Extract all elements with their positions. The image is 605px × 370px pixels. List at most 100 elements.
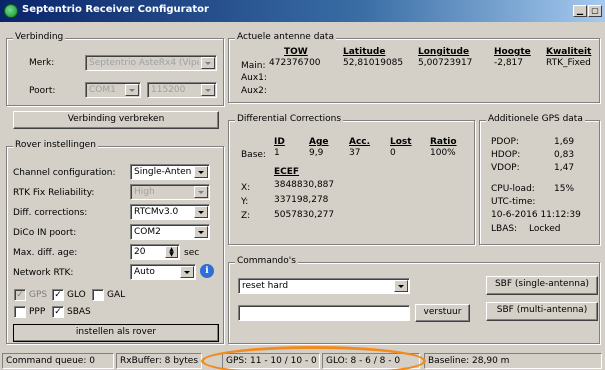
ratio-header: Ratio: [430, 137, 457, 147]
age-header: Age: [309, 137, 329, 147]
set-rover-button[interactable]: instellen als rover: [13, 324, 219, 342]
merk-label: Merk:: [29, 58, 55, 68]
title-bar[interactable]: Septentrio Receiver Configurator ▁ ▢: [0, 0, 605, 22]
highlight-ellipse: [201, 346, 426, 370]
chevron-down-icon[interactable]: [194, 186, 208, 198]
maxage-label: Max. diff. age:: [13, 248, 78, 258]
chevron-down-icon[interactable]: [194, 166, 208, 178]
base-acc: 37: [349, 148, 361, 158]
tow-header: TOW: [284, 47, 308, 57]
command-select[interactable]: reset hard: [238, 278, 410, 294]
base-label: Base:: [241, 150, 266, 160]
sbf-multi-button[interactable]: SBF (multi-antenna): [486, 302, 598, 321]
main-height: -2,817: [494, 58, 524, 68]
dico-select[interactable]: COM2: [130, 224, 210, 240]
aux1-label: Aux1:: [241, 73, 267, 83]
netrtk-label: Network RTK:: [13, 268, 74, 278]
z-label: Z:: [241, 211, 251, 221]
y-label: Y:: [241, 197, 249, 207]
rtk-value: High: [134, 187, 155, 197]
verbinding-title: Verbinding: [13, 32, 66, 42]
status-queue: Command queue: 0: [2, 353, 114, 369]
dico-value: COM2: [134, 227, 161, 237]
latitude-header: Latitude: [343, 47, 386, 57]
window-title: Septentrio Receiver Configurator: [22, 4, 209, 15]
glo-checkbox[interactable]: ✓: [52, 289, 64, 301]
merk-value: Septentrio AsteRx4 (Viper 4: [89, 58, 199, 68]
chevron-down-icon[interactable]: [194, 206, 208, 218]
vdop-value: 1,47: [554, 163, 575, 173]
diff-select[interactable]: RTCMv3.0: [130, 204, 210, 220]
poort-select[interactable]: COM1: [85, 82, 141, 98]
base-ratio: 100%: [430, 148, 456, 158]
maxage-value: 20: [134, 247, 146, 257]
x-label: X:: [241, 183, 251, 193]
minimize-icon[interactable]: ▁: [573, 5, 587, 17]
acc-header: Acc.: [349, 137, 371, 147]
utc-value: 10-6-2016 11:12:39: [491, 210, 581, 220]
chevron-down-icon[interactable]: [201, 57, 215, 69]
channel-value: Single-Antenna: [134, 167, 192, 177]
lbas-value: Locked: [529, 224, 561, 234]
chevron-down-icon[interactable]: [125, 84, 139, 96]
rtk-select[interactable]: High: [130, 184, 210, 200]
sbf-single-button[interactable]: SBF (single-antenna): [486, 276, 598, 295]
utc-label: UTC-time:: [491, 197, 536, 207]
ppp-checkbox[interactable]: [14, 306, 26, 318]
maximize-icon[interactable]: ▢: [588, 5, 602, 17]
baud-select[interactable]: 115200: [147, 82, 217, 98]
ecef-x: 3848830,887: [274, 180, 335, 190]
height-header: Hoogte: [494, 47, 531, 57]
rover-title: Rover instellingen: [13, 140, 98, 150]
cpu-label: CPU-load:: [491, 184, 535, 194]
chevron-down-icon[interactable]: [180, 266, 194, 278]
chevron-down-icon[interactable]: [194, 226, 208, 238]
poort-label: Poort:: [29, 86, 56, 96]
status-baseline: Baseline: 28,90 m: [424, 353, 602, 369]
commando-title: Commando's: [235, 256, 298, 266]
channel-select[interactable]: Single-Antenna: [130, 164, 210, 180]
lost-header: Lost: [390, 137, 412, 147]
cpu-value: 15%: [554, 184, 575, 194]
hdop-label: HDOP:: [491, 150, 521, 160]
spin-arrows-icon[interactable]: ▲ ▼: [165, 246, 178, 258]
ecef-header: ECEF: [274, 167, 300, 177]
gal-checkbox[interactable]: [92, 289, 104, 301]
app-window: Septentrio Receiver Configurator ▁ ▢ Ver…: [0, 0, 605, 370]
info-icon[interactable]: i: [200, 264, 214, 278]
baud-value: 115200: [151, 85, 186, 95]
maxage-stepper[interactable]: 20 ▲ ▼: [130, 244, 180, 260]
gal-label: GAL: [107, 290, 126, 300]
aux2-label: Aux2:: [241, 86, 267, 96]
chevron-down-icon[interactable]: [201, 84, 215, 96]
diff-value: RTCMv3.0: [134, 207, 179, 217]
sbas-checkbox[interactable]: ✓: [52, 306, 64, 318]
ppp-label: PPP: [29, 307, 46, 317]
gps-label: GPS: [29, 290, 48, 300]
diffcorr-title: Differential Corrections: [235, 114, 344, 124]
rtk-label: RTK Fix Reliability:: [13, 188, 95, 198]
pdop-label: PDOP:: [491, 137, 519, 147]
main-latitude: 52,81019085: [343, 58, 404, 68]
send-button[interactable]: verstuur: [415, 304, 470, 322]
chevron-down-icon[interactable]: [394, 280, 408, 292]
command-input[interactable]: [238, 305, 410, 321]
hdop-value: 0,83: [554, 150, 575, 160]
dico-label: DiCo IN poort:: [13, 228, 77, 238]
netrtk-select[interactable]: Auto: [130, 264, 196, 280]
id-header: ID: [274, 137, 285, 147]
vdop-label: VDOP:: [491, 163, 520, 173]
main-quality: RTK_Fixed: [546, 58, 591, 68]
command-value: reset hard: [242, 281, 289, 291]
merk-select[interactable]: Septentrio AsteRx4 (Viper 4: [85, 55, 217, 71]
gpsdata-title: Additionele GPS data: [486, 114, 585, 124]
main-tow: 472376700: [269, 58, 321, 68]
pdop-value: 1,69: [554, 137, 575, 147]
base-lost: 0: [390, 148, 396, 158]
gps-checkbox[interactable]: ✓: [14, 289, 26, 301]
diff-label: Diff. corrections:: [13, 208, 88, 218]
base-age: 9,9: [309, 148, 324, 158]
disconnect-button[interactable]: Verbinding verbreken: [13, 111, 219, 129]
sbas-label: SBAS: [67, 307, 91, 317]
longitude-header: Longitude: [418, 47, 470, 57]
